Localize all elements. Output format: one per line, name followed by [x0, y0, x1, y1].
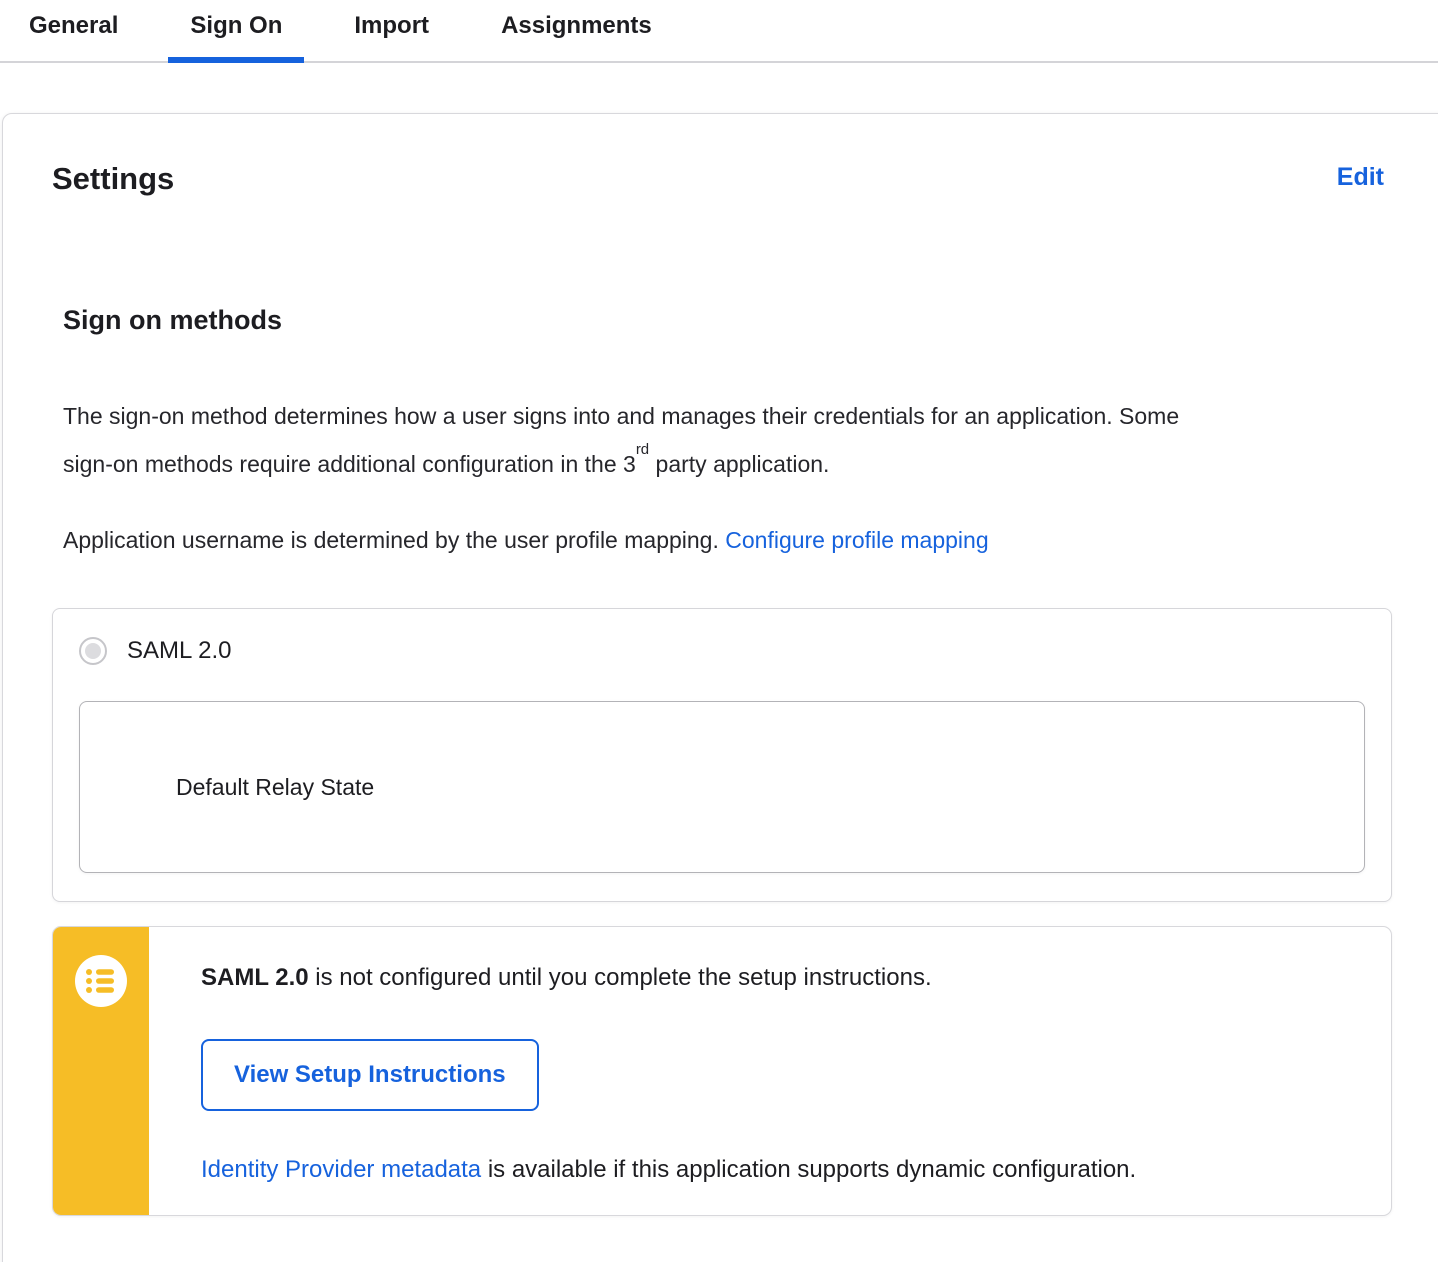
- callout-body: SAML 2.0 is not configured until you com…: [149, 927, 1391, 1215]
- app-tab-bar: General Sign On Import Assignments: [0, 0, 1438, 63]
- list-icon: [75, 955, 127, 1007]
- callout-message-rest: is not configured until you complete the…: [308, 964, 932, 991]
- default-relay-state-field: Default Relay State: [79, 701, 1365, 873]
- saml-radio-button[interactable]: [79, 637, 107, 665]
- settings-card: Settings Edit Sign on methods The sign-o…: [2, 113, 1438, 1262]
- callout-message-bold: SAML 2.0: [201, 964, 309, 991]
- settings-title: Settings: [52, 161, 175, 196]
- tab-assignments[interactable]: Assignments: [479, 11, 674, 61]
- callout-caution-strip: [53, 927, 149, 1215]
- metadata-note: Identity Provider metadata is available …: [201, 1155, 1351, 1185]
- username-note: Application username is determined by th…: [63, 516, 1438, 564]
- tab-import[interactable]: Import: [332, 11, 451, 61]
- settings-header: Settings Edit: [52, 160, 1438, 198]
- edit-link[interactable]: Edit: [1337, 160, 1384, 194]
- description-text: The sign-on method determines how a user…: [63, 403, 1180, 477]
- ordinal-superscript: rd: [635, 441, 650, 459]
- tab-sign-on[interactable]: Sign On: [168, 11, 305, 63]
- callout-message: SAML 2.0 is not configured until you com…: [201, 963, 1351, 993]
- sign-on-methods-section: Sign on methods The sign-on method deter…: [52, 304, 1438, 564]
- saml-setup-callout: SAML 2.0 is not configured until you com…: [52, 926, 1392, 1216]
- configure-profile-mapping-link[interactable]: Configure profile mapping: [725, 527, 988, 553]
- username-note-text: Application username is determined by th…: [63, 527, 726, 553]
- default-relay-state-label: Default Relay State: [176, 773, 375, 800]
- tab-general[interactable]: General: [7, 11, 140, 61]
- metadata-note-rest: is available if this application support…: [481, 1156, 1137, 1183]
- identity-provider-metadata-link[interactable]: Identity Provider metadata: [201, 1156, 481, 1183]
- saml-radio-row: SAML 2.0: [79, 637, 1365, 665]
- saml-radio-label: SAML 2.0: [127, 637, 232, 664]
- view-setup-instructions-button[interactable]: View Setup Instructions: [201, 1039, 539, 1111]
- saml-method-box: SAML 2.0 Default Relay State: [52, 608, 1392, 902]
- sign-on-methods-description: The sign-on method determines how a user…: [63, 392, 1203, 488]
- sign-on-methods-heading: Sign on methods: [63, 305, 282, 335]
- description-text-end: party application.: [649, 451, 830, 477]
